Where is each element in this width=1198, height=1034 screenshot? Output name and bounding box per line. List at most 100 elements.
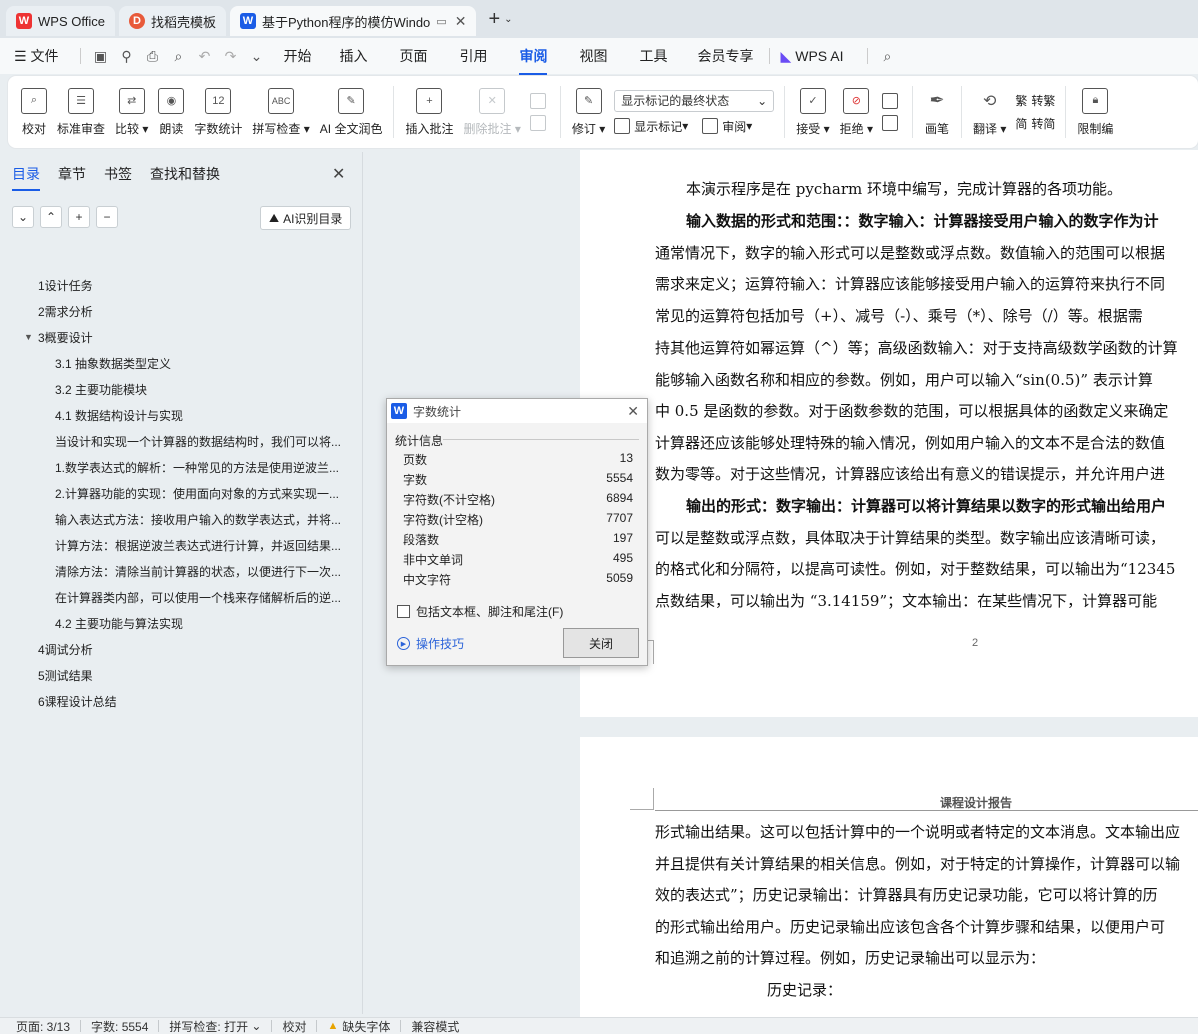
delete-comment-button[interactable]: ✕ 删除批注 ▾ — [458, 80, 525, 144]
close-tab-icon[interactable]: ✕ — [455, 13, 467, 30]
toc-item[interactable]: 4.2 主要功能与算法实现 — [0, 610, 362, 636]
tab-find-replace[interactable]: 查找和替换 — [150, 164, 220, 184]
document-review-icon: ☰ — [68, 87, 94, 114]
expanded-triangle-icon[interactable]: ▼ — [24, 332, 36, 342]
missing-font-indicator[interactable]: ▲ 缺失字体 — [327, 1018, 390, 1034]
remove-heading-icon[interactable]: − — [96, 206, 118, 228]
toc-item[interactable]: 输入表达式方法：接收用户输入的数学表达式，并将... — [0, 506, 362, 532]
spell-check-button[interactable]: ABC 拼写检查 ▾ — [247, 80, 314, 144]
toc-item[interactable]: 2.计算器功能的实现：使用面向对象的方式来实现一... — [0, 480, 362, 506]
compare-button[interactable]: ⇄ 比较 ▾ — [110, 80, 153, 144]
new-tab-icon[interactable]: + — [488, 8, 500, 31]
save-icon[interactable]: ▣ — [91, 47, 109, 65]
header-rule — [655, 810, 1198, 811]
close-button[interactable]: 关闭 — [563, 628, 639, 658]
paragraph-line: 和追溯之前的计算过程。例如，历史记录输出可以显示为： — [655, 949, 1046, 967]
toc-item[interactable]: 1.数学表达式的解析：一种常见的方法是使用逆波兰... — [0, 454, 362, 480]
expand-all-icon[interactable]: ⌄ — [12, 206, 34, 228]
tab-sections[interactable]: 章节 — [58, 164, 86, 184]
toc-item[interactable]: 在计算器类内部，可以使用一个栈来存储解析后的逆... — [0, 584, 362, 610]
search-icon[interactable]: ⌕ — [878, 47, 896, 65]
section-label: 统计信息 — [395, 434, 444, 448]
chevron-down-icon[interactable]: ⌄ — [247, 47, 265, 65]
monitor-icon[interactable]: ▭ — [436, 15, 446, 28]
pen-icon: ✒ — [929, 90, 945, 110]
toc-item[interactable]: ▼ 3概要设计 — [0, 324, 362, 350]
checkbox-box[interactable] — [397, 605, 410, 618]
toc-item[interactable]: 4调试分析 — [0, 636, 362, 662]
tab-toc[interactable]: 目录 — [12, 164, 40, 191]
include-textboxes-checkbox[interactable]: 包括文本框、脚注和尾注(F) — [397, 603, 563, 620]
toc-item[interactable]: 清除方法：清除当前计算器的状态，以便进行下一次... — [0, 558, 362, 584]
document-page[interactable] — [580, 737, 1198, 1017]
toc-item[interactable]: 1设计任务 — [0, 272, 362, 298]
redo-icon[interactable]: ↷ — [221, 47, 239, 65]
spell-check-indicator[interactable]: 拼写检查: 打开 ⌄ — [169, 1018, 261, 1034]
tab-member[interactable]: 会员专享 — [697, 46, 753, 66]
ai-polish-button[interactable]: ✎ AI 全文润色 — [315, 80, 388, 144]
tab-review[interactable]: 审阅 — [519, 46, 548, 75]
tab-wps-office[interactable]: W WPS Office — [6, 6, 115, 36]
toc-item[interactable]: 6课程设计总结 — [0, 688, 362, 714]
proofread-button[interactable]: ⌕ 校对 — [16, 80, 52, 144]
close-icon[interactable]: ✕ — [627, 403, 639, 420]
toc-item[interactable]: 5测试结果 — [0, 662, 362, 688]
to-simplified-button[interactable]: 简转简 — [1015, 115, 1055, 132]
next-change-button[interactable] — [881, 115, 902, 131]
toc-item[interactable]: 3.2 主要功能模块 — [0, 376, 362, 402]
toc-item[interactable]: 4.1 数据结构设计与实现 — [0, 402, 362, 428]
show-markup-button[interactable]: 显示标记 ▾ — [614, 118, 688, 135]
dialog-title-bar[interactable]: W 字数统计 ✕ — [387, 399, 647, 423]
collapse-all-icon[interactable]: ⌃ — [40, 206, 62, 228]
change-nav-group — [878, 80, 906, 144]
toc-item[interactable]: 当设计和实现一个计算器的数据结构时，我们可以将... — [0, 428, 362, 454]
tab-tools[interactable]: 工具 — [639, 46, 667, 66]
markup-mode-select[interactable]: 显示标记的最终状态 ⌄ — [614, 89, 775, 112]
print-icon[interactable]: ⎙ — [143, 47, 161, 65]
close-pane-icon[interactable]: ✕ — [332, 164, 345, 184]
link-icon[interactable]: ⚲ — [117, 47, 135, 65]
wps-ai-button[interactable]: ◣ WPS AI — [780, 48, 843, 65]
toc-item[interactable]: 3.1 抽象数据类型定义 — [0, 350, 362, 376]
previous-comment-button[interactable] — [529, 93, 550, 109]
toc-item[interactable]: 计算方法：根据逆波兰表达式进行计算，并返回结果... — [0, 532, 362, 558]
divider — [400, 1020, 402, 1032]
accept-button[interactable]: ✓ 接受 ▾ — [791, 80, 834, 144]
ink-button[interactable]: ✒ 画笔 — [919, 80, 955, 144]
add-heading-icon[interactable]: + — [68, 206, 90, 228]
tab-insert[interactable]: 插入 — [339, 46, 367, 66]
translate-button[interactable]: ⟲ 翻译 ▾ — [968, 80, 1011, 144]
previous-change-button[interactable] — [881, 93, 902, 109]
reject-button[interactable]: ⊘ 拒绝 ▾ — [835, 80, 878, 144]
standard-review-button[interactable]: ☰ 标准审查 — [52, 80, 110, 144]
tab-view[interactable]: 视图 — [579, 46, 607, 66]
tips-link[interactable]: ▶ 操作技巧 — [397, 635, 464, 652]
word-count-button[interactable]: 12 字数统计 — [189, 80, 247, 144]
pane-splitter[interactable] — [362, 152, 363, 1014]
review-pane-button[interactable]: 审阅 ▾ — [702, 118, 752, 135]
page-indicator[interactable]: 页面: 3/13 — [16, 1018, 70, 1034]
navigation-pane: 目录 章节 书签 查找和替换 ✕ ⌄ ⌃ + − ⛰ AI识别目录 1设计任务 2… — [0, 152, 362, 1014]
read-aloud-button[interactable]: ◉ 朗读 — [153, 80, 189, 144]
ai-icon: ⛰ — [269, 210, 280, 225]
chevron-down-icon[interactable]: ⌄ — [504, 14, 512, 25]
proof-indicator[interactable]: 校对 — [282, 1018, 306, 1034]
paragraph-line: 历史记录： — [767, 981, 843, 999]
next-comment-button[interactable] — [529, 115, 550, 131]
tab-docer[interactable]: D 找稻壳模板 — [118, 6, 226, 36]
file-menu[interactable]: ☰ 文件 — [14, 46, 58, 66]
tab-home[interactable]: 开始 — [283, 46, 311, 66]
print-preview-icon[interactable]: ⌕ — [169, 47, 187, 65]
insert-comment-button[interactable]: + 插入批注 — [400, 80, 458, 144]
toc-item[interactable]: 2需求分析 — [0, 298, 362, 324]
tab-references[interactable]: 引用 — [459, 46, 487, 66]
track-changes-button[interactable]: ✎ 修订 ▾ — [567, 80, 610, 144]
restrict-editing-button[interactable]: 🔒︎ 限制编 — [1072, 80, 1118, 144]
tab-bookmarks[interactable]: 书签 — [104, 164, 132, 184]
undo-icon[interactable]: ↶ — [195, 47, 213, 65]
tab-page[interactable]: 页面 — [399, 46, 427, 66]
ai-toc-button[interactable]: ⛰ AI识别目录 — [260, 206, 352, 230]
word-count-indicator[interactable]: 字数: 5554 — [91, 1018, 148, 1034]
tab-document[interactable]: W 基于Python程序的模仿Windo ▭ ✕ — [229, 6, 477, 36]
to-traditional-button[interactable]: 繁转繁 — [1015, 92, 1055, 109]
